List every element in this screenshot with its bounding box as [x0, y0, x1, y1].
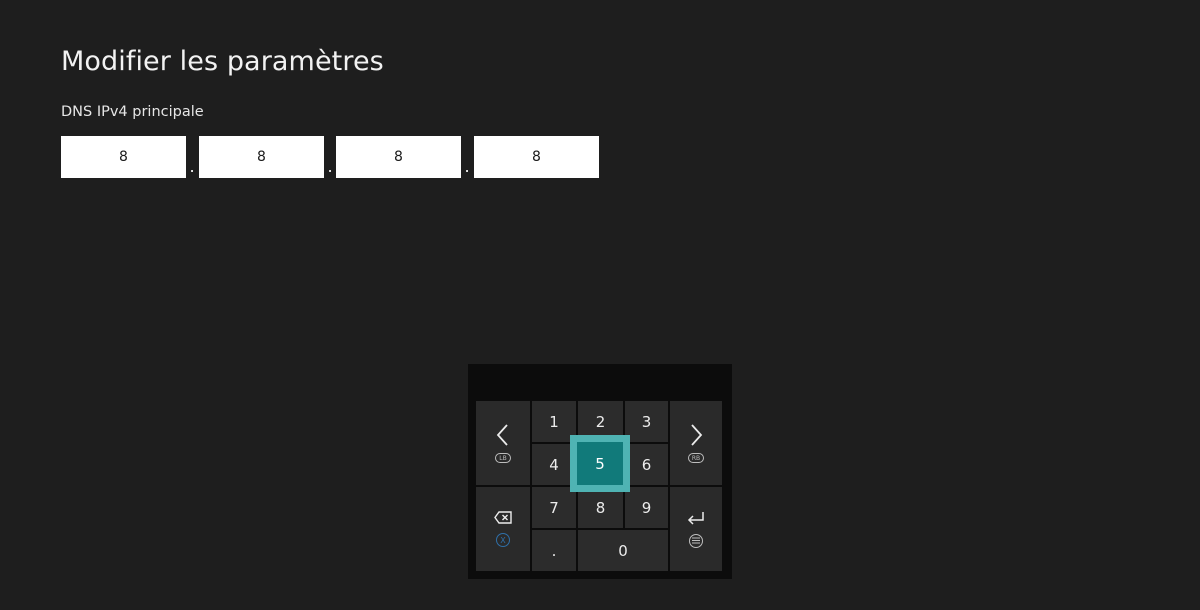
chevron-left-icon [495, 423, 511, 447]
lb-bumper-icon: LB [495, 453, 511, 463]
octet-separator: . [464, 157, 470, 176]
chevron-right-icon [688, 423, 704, 447]
rb-bumper-icon: RB [688, 453, 704, 463]
menu-button-icon [689, 533, 703, 548]
x-button-icon: X [496, 533, 510, 547]
key-5[interactable]: 5 [577, 442, 623, 485]
next-field-button[interactable]: RB [670, 401, 722, 485]
octet-2-input[interactable]: 8 [199, 136, 324, 178]
key-decimal[interactable]: . [532, 530, 576, 571]
key-0[interactable]: 0 [578, 530, 668, 571]
key-9[interactable]: 9 [625, 487, 668, 528]
octet-separator: . [327, 157, 333, 176]
backspace-button[interactable]: X [476, 487, 530, 571]
enter-icon [687, 511, 705, 525]
backspace-icon [494, 511, 512, 524]
octet-separator: . [189, 157, 195, 176]
octet-3-input[interactable]: 8 [336, 136, 461, 178]
key-7[interactable]: 7 [532, 487, 576, 528]
page-title: Modifier les paramètres [61, 46, 384, 77]
key-6[interactable]: 6 [625, 444, 668, 485]
previous-field-button[interactable]: LB [476, 401, 530, 485]
octet-1-input[interactable]: 8 [61, 136, 186, 178]
dns-ipv4-label: DNS IPv4 principale [61, 104, 204, 120]
enter-button[interactable] [670, 487, 722, 571]
octet-4-input[interactable]: 8 [474, 136, 599, 178]
key-8[interactable]: 8 [578, 487, 623, 528]
key-3[interactable]: 3 [625, 401, 668, 442]
